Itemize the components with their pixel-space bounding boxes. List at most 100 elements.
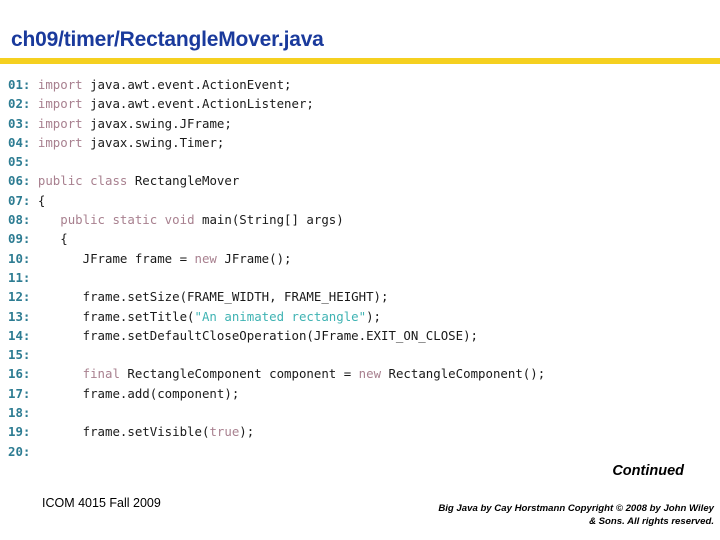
code-token-kw: new bbox=[194, 250, 217, 266]
code-gutter-space bbox=[30, 444, 37, 459]
code-line: 14: frame.setDefaultCloseOperation(JFram… bbox=[8, 326, 720, 345]
code-line: 18: bbox=[8, 403, 720, 422]
code-token-kw: public class bbox=[37, 173, 128, 189]
code-gutter-space bbox=[30, 193, 37, 208]
code-gutter-space bbox=[30, 135, 37, 150]
code-line: 05: bbox=[8, 152, 720, 171]
code-gutter-space bbox=[30, 386, 37, 401]
code-token-pl: JFrame(); bbox=[216, 250, 292, 266]
code-token-kw: import bbox=[37, 96, 83, 112]
code-gutter-space bbox=[30, 96, 37, 111]
code-token-pl: { bbox=[37, 231, 68, 247]
code-line: 04: import javax.swing.Timer; bbox=[8, 133, 720, 152]
code-gutter-space bbox=[30, 328, 37, 343]
title-divider bbox=[0, 58, 720, 64]
code-gutter-space bbox=[30, 405, 37, 420]
code-gutter-space bbox=[30, 173, 37, 188]
code-token-kw: public static void bbox=[60, 212, 195, 228]
code-line: 15: bbox=[8, 345, 720, 364]
code-line: 17: frame.add(component); bbox=[8, 384, 720, 403]
code-gutter-space bbox=[30, 251, 37, 266]
code-token-pl: ); bbox=[239, 424, 255, 440]
code-token-pl: JFrame frame = bbox=[37, 250, 195, 266]
code-token-pl: java.awt.event.ActionEvent; bbox=[82, 77, 292, 92]
code-token-pl: RectangleComponent component = bbox=[119, 366, 359, 382]
code-line-number: 06: bbox=[8, 173, 31, 189]
code-gutter-space bbox=[30, 366, 37, 381]
footer-copyright-line-1: Big Java by Cay Horstmann Copyright © 20… bbox=[438, 503, 714, 514]
code-gutter-space bbox=[30, 212, 37, 227]
code-token-pl: main(String[] args) bbox=[194, 212, 344, 228]
code-line: 07: { bbox=[8, 191, 720, 210]
code-line-number: 10: bbox=[8, 250, 31, 266]
code-gutter-space bbox=[30, 154, 37, 169]
code-token-pl: frame.setTitle( bbox=[37, 308, 195, 324]
code-gutter-space bbox=[30, 347, 37, 362]
code-token-kw: import bbox=[37, 115, 83, 131]
code-token-pl: frame.add(component); bbox=[37, 385, 240, 401]
code-token-pl: RectangleMover bbox=[127, 173, 240, 189]
code-line-number: 12: bbox=[8, 289, 31, 305]
code-line: 09: { bbox=[8, 229, 720, 248]
footer-copyright: Big Java by Cay Horstmann Copyright © 20… bbox=[294, 503, 714, 528]
code-line-number: 07: bbox=[8, 192, 31, 208]
code-line: 03: import javax.swing.JFrame; bbox=[8, 114, 720, 133]
code-line: 11: bbox=[8, 268, 720, 287]
code-token-pl: { bbox=[37, 192, 46, 208]
code-line-number: 19: bbox=[8, 424, 31, 440]
code-token-pl: frame.setDefaultCloseOperation(JFrame.EX… bbox=[37, 327, 478, 343]
code-line: 01: import java.awt.event.ActionEvent; bbox=[8, 75, 720, 94]
code-line-number: 20: bbox=[8, 443, 31, 459]
code-gutter-space bbox=[30, 289, 37, 304]
code-gutter-space bbox=[30, 424, 37, 439]
code-line-number: 17: bbox=[8, 385, 31, 401]
code-line-number: 08: bbox=[8, 212, 31, 228]
code-line-number: 18: bbox=[8, 405, 31, 421]
code-gutter-space bbox=[30, 231, 37, 246]
code-gutter-space bbox=[30, 270, 37, 285]
code-line-number: 05: bbox=[8, 154, 31, 170]
code-line: 13: frame.setTitle("An animated rectangl… bbox=[8, 307, 720, 326]
code-token-kw: import bbox=[37, 134, 83, 150]
code-token-kw: final bbox=[82, 366, 120, 382]
code-gutter-space bbox=[30, 77, 37, 92]
code-token-kw: import bbox=[37, 77, 83, 92]
code-line: 20: bbox=[8, 442, 720, 461]
code-line: 10: JFrame frame = new JFrame(); bbox=[8, 249, 720, 268]
code-line: 19: frame.setVisible(true); bbox=[8, 422, 720, 441]
code-line-number: 16: bbox=[8, 366, 31, 382]
code-token-pl: RectangleComponent(); bbox=[381, 366, 546, 382]
code-line-number: 14: bbox=[8, 327, 31, 343]
code-token-kw: new bbox=[358, 366, 382, 382]
code-token-kw: true bbox=[209, 424, 240, 440]
footer-copyright-line-2: & Sons. All rights reserved. bbox=[589, 515, 714, 527]
code-line-number: 13: bbox=[8, 308, 31, 324]
page-title: ch09/timer/RectangleMover.java bbox=[11, 28, 324, 51]
code-listing: 01: import java.awt.event.ActionEvent; 02… bbox=[8, 75, 720, 461]
code-line-number: 02: bbox=[8, 96, 31, 112]
code-token-pl: ); bbox=[366, 308, 382, 324]
footer-course-label: ICOM 4015 Fall 2009 bbox=[42, 496, 161, 510]
code-gutter-space bbox=[30, 309, 37, 324]
code-line-number: 09: bbox=[8, 231, 31, 247]
code-token-pl: frame.setSize(FRAME_WIDTH, FRAME_HEIGHT)… bbox=[37, 289, 389, 305]
code-token-pl: javax.swing.Timer; bbox=[82, 134, 225, 150]
code-token-pl: javax.swing.JFrame; bbox=[82, 115, 232, 131]
code-gutter-space bbox=[30, 116, 37, 131]
code-line: 02: import java.awt.event.ActionListener… bbox=[8, 94, 720, 113]
code-line-number: 03: bbox=[8, 115, 31, 131]
code-line-number: 11: bbox=[8, 269, 31, 285]
code-token-pl: frame.setVisible( bbox=[37, 424, 210, 440]
code-line: 08: public static void main(String[] arg… bbox=[8, 210, 720, 229]
code-line-number: 04: bbox=[8, 134, 31, 150]
code-token-str: "An animated rectangle" bbox=[194, 308, 367, 324]
code-line: 06: public class RectangleMover bbox=[8, 171, 720, 190]
code-line-number: 15: bbox=[8, 347, 31, 363]
continued-label: Continued bbox=[612, 463, 684, 479]
code-token-pl: java.awt.event.ActionListener; bbox=[82, 96, 314, 112]
code-line: 12: frame.setSize(FRAME_WIDTH, FRAME_HEI… bbox=[8, 287, 720, 306]
code-line: 16: final RectangleComponent component =… bbox=[8, 364, 720, 383]
code-line-number: 01: bbox=[8, 77, 31, 92]
